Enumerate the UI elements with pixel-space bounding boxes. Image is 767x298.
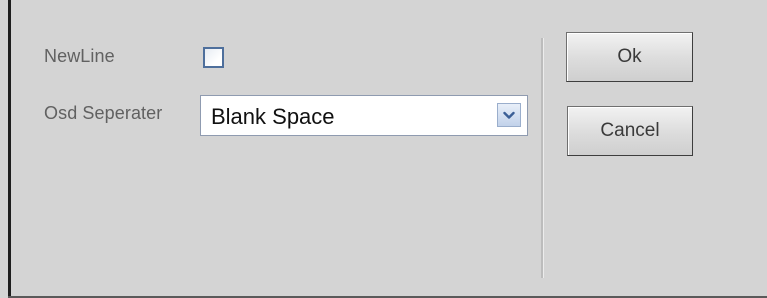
newline-label: NewLine [44, 46, 115, 66]
cancel-button[interactable]: Cancel [567, 106, 693, 156]
newline-checkbox[interactable] [203, 47, 224, 68]
ok-button[interactable]: Ok [566, 32, 693, 82]
dialog-left-border [8, 0, 11, 298]
osd-separator-label: Osd Seperater [44, 103, 163, 123]
vertical-divider [541, 38, 544, 278]
osd-separator-value: Blank Space [211, 104, 335, 129]
osd-settings-dialog: NewLine Osd Seperater Blank Space Ok Can… [0, 0, 767, 298]
osd-separator-select[interactable]: Blank Space [200, 95, 528, 136]
chevron-down-icon[interactable] [497, 103, 521, 127]
